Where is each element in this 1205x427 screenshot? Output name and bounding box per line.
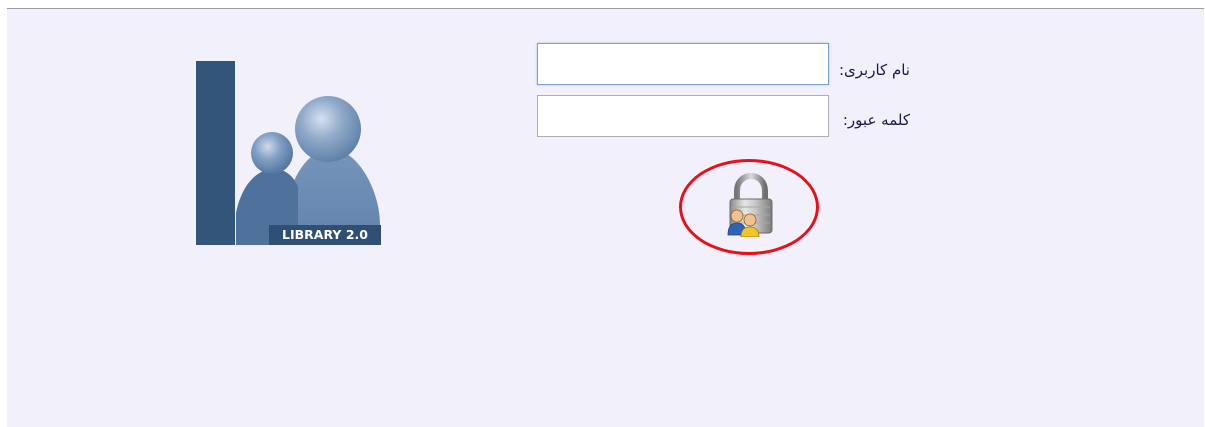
login-panel: LIBRARY 2.0 نام کاربری: کلمه عبور: bbox=[7, 8, 1204, 427]
username-label: نام کاربری: bbox=[838, 61, 910, 79]
library-logo: LIBRARY 2.0 bbox=[196, 61, 382, 247]
username-input[interactable] bbox=[537, 43, 829, 85]
password-label: کلمه عبور: bbox=[842, 111, 910, 129]
library-logo-caption: LIBRARY 2.0 bbox=[269, 225, 381, 245]
lock-users-icon bbox=[727, 172, 773, 237]
password-input[interactable] bbox=[537, 95, 829, 137]
login-button[interactable] bbox=[717, 169, 785, 237]
library-logo-graphic bbox=[196, 61, 380, 245]
